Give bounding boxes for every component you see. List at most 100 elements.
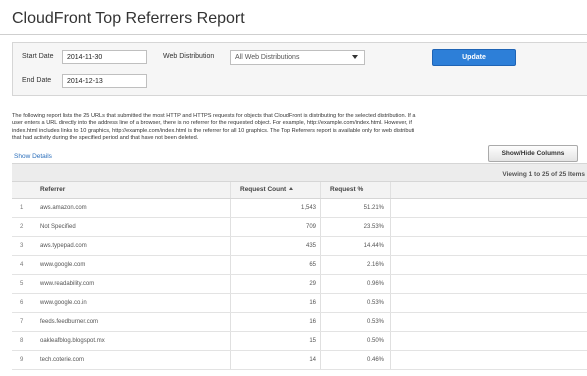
referrers-table: Referrer Request Count Request % 1 aws.am… [12,163,587,370]
column-divider [390,237,391,255]
request-count-cell: 1,543 [300,205,316,211]
column-header-label: Request Count [240,186,287,193]
table-toolbar [12,163,587,181]
request-pct-cell: 0.46% [366,357,384,363]
table-body: 1 aws.amazon.com 1,543 51.21% 2 Not Specified… [12,199,587,370]
referrer-cell: oakleafblog.blogspot.mx [40,338,105,344]
request-pct-cell: 0.53% [366,300,384,306]
request-count-cell: 65 [309,262,316,268]
row-number: 4 [20,262,24,268]
request-pct-cell: 0.50% [366,338,384,344]
column-divider [320,313,321,331]
request-pct-cell: 0.53% [366,319,384,325]
column-divider [320,256,321,274]
column-divider [390,313,391,331]
referrer-cell: aws.typepad.com [40,243,87,249]
row-number: 6 [20,300,24,306]
column-divider [230,275,231,293]
referrer-cell: Not Specified [40,224,76,230]
row-number: 3 [20,243,24,249]
column-divider [390,218,391,236]
table-row[interactable]: 6 www.google.co.in 16 0.53% [12,294,587,313]
description-line: that had activity during the specified p… [12,135,199,142]
column-divider [230,351,231,369]
row-number: 8 [20,338,24,344]
column-divider [390,275,391,293]
request-count-cell: 29 [309,281,316,287]
table-row[interactable]: 1 aws.amazon.com 1,543 51.21% [12,199,587,218]
column-divider [390,351,391,369]
referrer-cell: aws.amazon.com [40,205,87,211]
request-count-cell: 435 [305,243,316,249]
table-row[interactable]: 8 oakleafblog.blogspot.mx 15 0.50% [12,332,587,351]
column-divider [320,294,321,312]
referrer-cell: www.google.co.in [40,300,87,306]
chevron-down-icon [352,55,358,59]
web-distribution-label: Web Distribution [163,53,215,60]
table-row[interactable]: 9 tech.coterie.com 14 0.46% [12,351,587,370]
column-divider [320,182,321,198]
column-divider [230,256,231,274]
row-number: 1 [20,205,24,211]
column-divider [320,275,321,293]
description-line: user enters a URL directly into the addr… [12,120,412,127]
column-divider [230,313,231,331]
referrer-cell: www.google.com [40,262,86,268]
end-date-label: End Date [22,77,52,84]
table-row[interactable]: 4 www.google.com 65 2.16% [12,256,587,275]
table-row[interactable]: 7 feeds.feedburner.com 16 0.53% [12,313,587,332]
column-divider [390,294,391,312]
page-title: CloudFront Top Referrers Report [12,10,245,27]
column-divider [320,199,321,217]
row-number: 5 [20,281,24,287]
request-count-cell: 15 [309,338,316,344]
column-divider [390,182,391,198]
table-row[interactable]: 5 www.readability.com 29 0.96% [12,275,587,294]
request-count-cell: 14 [309,357,316,363]
end-date-input[interactable]: 2014-12-13 [62,74,147,88]
description-line: The following report lists the 25 URLs t… [12,113,416,119]
table-row[interactable]: 2 Not Specified 709 23.53% [12,218,587,237]
referrer-cell: tech.coterie.com [40,357,85,363]
report-description: The following report lists the 25 URLs t… [12,113,587,143]
request-count-cell: 709 [305,224,316,230]
web-distribution-select[interactable]: All Web Distributions [230,50,365,65]
column-divider [230,199,231,217]
show-details-link[interactable]: Show Details [14,153,52,160]
column-header-request-pct[interactable]: Request % [330,186,363,193]
show-hide-columns-button[interactable]: Show/Hide Columns [488,145,578,162]
column-divider [320,218,321,236]
request-pct-cell: 51.21% [363,205,384,211]
web-distribution-value: All Web Distributions [235,54,300,61]
column-divider [390,199,391,217]
start-date-input[interactable]: 2014-11-30 [62,50,147,64]
row-number: 9 [20,357,24,363]
request-pct-cell: 2.16% [366,262,384,268]
title-divider [0,34,587,35]
referrer-cell: feeds.feedburner.com [40,319,99,325]
table-header: Referrer Request Count Request % [12,181,587,199]
row-number: 7 [20,319,24,325]
column-divider [390,256,391,274]
start-date-label: Start Date [22,53,54,60]
table-row[interactable]: 3 aws.typepad.com 435 14.44% [12,237,587,256]
sort-ascending-icon [289,187,294,190]
request-pct-cell: 14.44% [363,243,384,249]
request-pct-cell: 0.96% [366,281,384,287]
column-divider [230,182,231,198]
column-header-request-count[interactable]: Request Count [240,186,294,193]
column-header-referrer[interactable]: Referrer [40,186,65,193]
column-divider [320,332,321,350]
column-divider [230,237,231,255]
column-divider [230,218,231,236]
column-divider [390,332,391,350]
request-pct-cell: 23.53% [363,224,384,230]
update-button[interactable]: Update [432,49,516,66]
viewing-count: Viewing 1 to 25 of 25 Items [502,171,585,178]
row-number: 2 [20,224,24,230]
column-divider [230,294,231,312]
request-count-cell: 16 [309,319,316,325]
referrer-cell: www.readability.com [40,281,95,287]
column-divider [320,237,321,255]
column-divider [320,351,321,369]
